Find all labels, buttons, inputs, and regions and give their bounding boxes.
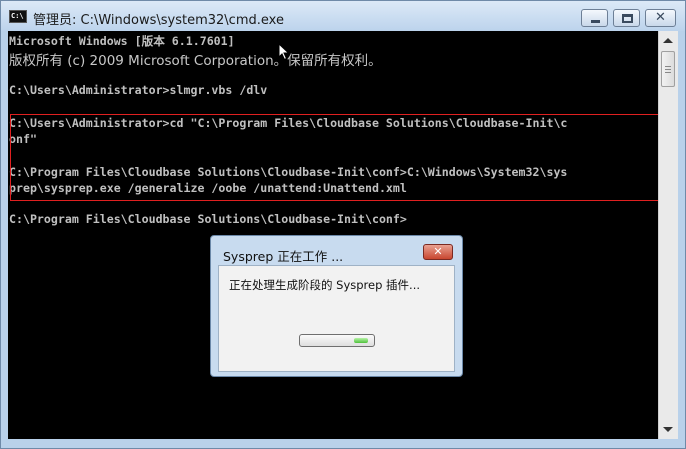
- close-icon: ✕: [433, 245, 443, 258]
- vertical-scrollbar[interactable]: [658, 31, 678, 439]
- scrollbar-thumb[interactable]: [661, 51, 675, 87]
- sysprep-dialog: Sysprep 正在工作 ... ✕ 正在处理生成阶段的 Sysprep 插件.…: [210, 235, 463, 377]
- scroll-down-icon[interactable]: [663, 427, 673, 432]
- dialog-title: Sysprep 正在工作 ...: [223, 249, 344, 264]
- title-bar[interactable]: C:\ 管理员: C:\Windows\system32\cmd.exe ✕: [1, 1, 685, 31]
- close-icon: ✕: [655, 10, 666, 25]
- highlight-box: [10, 114, 662, 201]
- cmd-icon: C:\: [9, 10, 27, 23]
- cmd-window: C:\ 管理员: C:\Windows\system32\cmd.exe ✕ M…: [0, 0, 686, 449]
- close-button[interactable]: ✕: [645, 9, 676, 27]
- console-line: C:\Program Files\Cloudbase Solutions\Clo…: [9, 212, 407, 226]
- console-line: Microsoft Windows [版本 6.1.7601]: [9, 34, 235, 48]
- progress-fill: [354, 338, 368, 343]
- dialog-close-button[interactable]: ✕: [423, 244, 453, 260]
- dialog-message: 正在处理生成阶段的 Sysprep 插件...: [229, 278, 421, 292]
- maximize-button[interactable]: [613, 9, 640, 27]
- window-title: 管理员: C:\Windows\system32\cmd.exe: [33, 13, 284, 28]
- scroll-up-icon[interactable]: [663, 38, 673, 43]
- maximize-icon: [622, 14, 633, 23]
- minimize-button[interactable]: [581, 9, 608, 27]
- progress-bar: [299, 334, 375, 347]
- dialog-body: 正在处理生成阶段的 Sysprep 插件...: [218, 265, 455, 372]
- console-line: 版权所有 (c) 2009 Microsoft Corporation。保留所有…: [9, 53, 382, 69]
- minimize-icon: [591, 20, 600, 23]
- console-line: C:\Users\Administrator>slmgr.vbs /dlv: [9, 83, 268, 97]
